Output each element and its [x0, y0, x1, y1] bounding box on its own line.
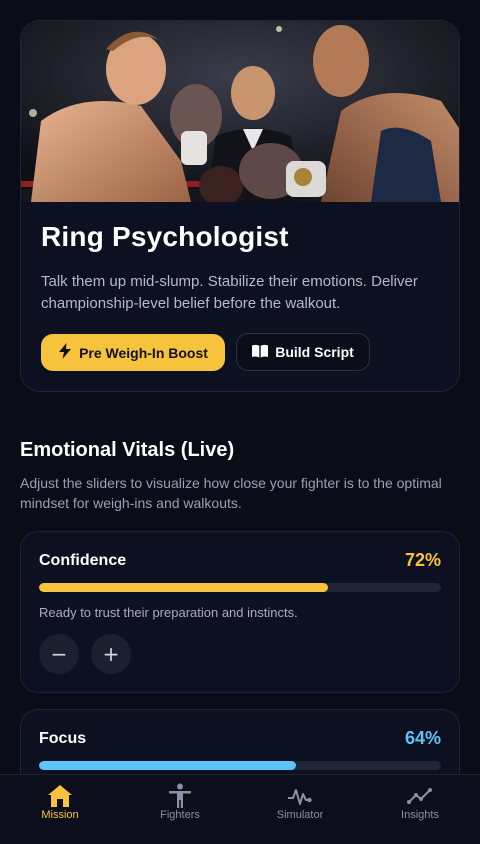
nav-item-insights[interactable]: Insights — [360, 775, 480, 844]
nav-label: Insights — [401, 809, 439, 821]
vital-slider-fill — [39, 761, 297, 770]
nav-label: Fighters — [160, 809, 200, 821]
vital-card-focus: Focus 64% — [20, 709, 460, 774]
nav-label: Mission — [41, 809, 79, 821]
decrease-button[interactable]: − — [39, 634, 79, 674]
nav-item-simulator[interactable]: Simulator — [240, 775, 360, 844]
nav-label: Simulator — [276, 809, 324, 821]
increase-button[interactable]: + — [91, 634, 131, 674]
vital-slider-track[interactable] — [39, 761, 441, 770]
vital-name: Confidence — [39, 552, 127, 569]
person-icon — [167, 783, 193, 809]
vital-slider-track[interactable] — [39, 583, 441, 592]
build-script-label: Build Script — [275, 344, 354, 360]
vital-name: Focus — [39, 730, 87, 747]
vital-percent: 72% — [404, 550, 441, 570]
pre-weigh-in-boost-button[interactable]: Pre Weigh-In Boost — [41, 334, 225, 371]
vital-card-confidence: Confidence 72% Ready to trust their prep… — [20, 531, 460, 693]
build-script-button[interactable]: Build Script — [236, 333, 370, 371]
vital-percent: 64% — [404, 728, 441, 748]
hero-description: Talk them up mid-slump. Stabilize their … — [41, 273, 418, 312]
page-title: Ring Psychologist — [41, 221, 289, 252]
pulse-icon — [287, 783, 313, 809]
hero-image — [21, 21, 459, 202]
bottom-nav: Mission Fighters Simulator Insights — [0, 774, 480, 844]
hero-card: Ring Psychologist Talk them up mid-slump… — [20, 20, 460, 392]
main-scroll[interactable]: Ring Psychologist Talk them up mid-slump… — [0, 0, 480, 774]
nav-item-mission[interactable]: Mission — [0, 775, 120, 844]
minus-icon: − — [50, 642, 68, 666]
section-description: Adjust the sliders to visualize how clos… — [20, 475, 442, 511]
lightning-icon — [58, 343, 72, 362]
book-icon — [252, 344, 269, 361]
trend-icon — [407, 783, 433, 809]
pre-weigh-in-boost-label: Pre Weigh-In Boost — [79, 344, 208, 361]
section-title: Emotional Vitals (Live) — [20, 439, 235, 461]
nav-item-fighters[interactable]: Fighters — [120, 775, 240, 844]
vital-note: Ready to trust their preparation and ins… — [39, 605, 298, 620]
plus-icon: + — [102, 642, 120, 666]
home-icon — [47, 783, 73, 809]
vital-slider-fill — [39, 583, 329, 592]
